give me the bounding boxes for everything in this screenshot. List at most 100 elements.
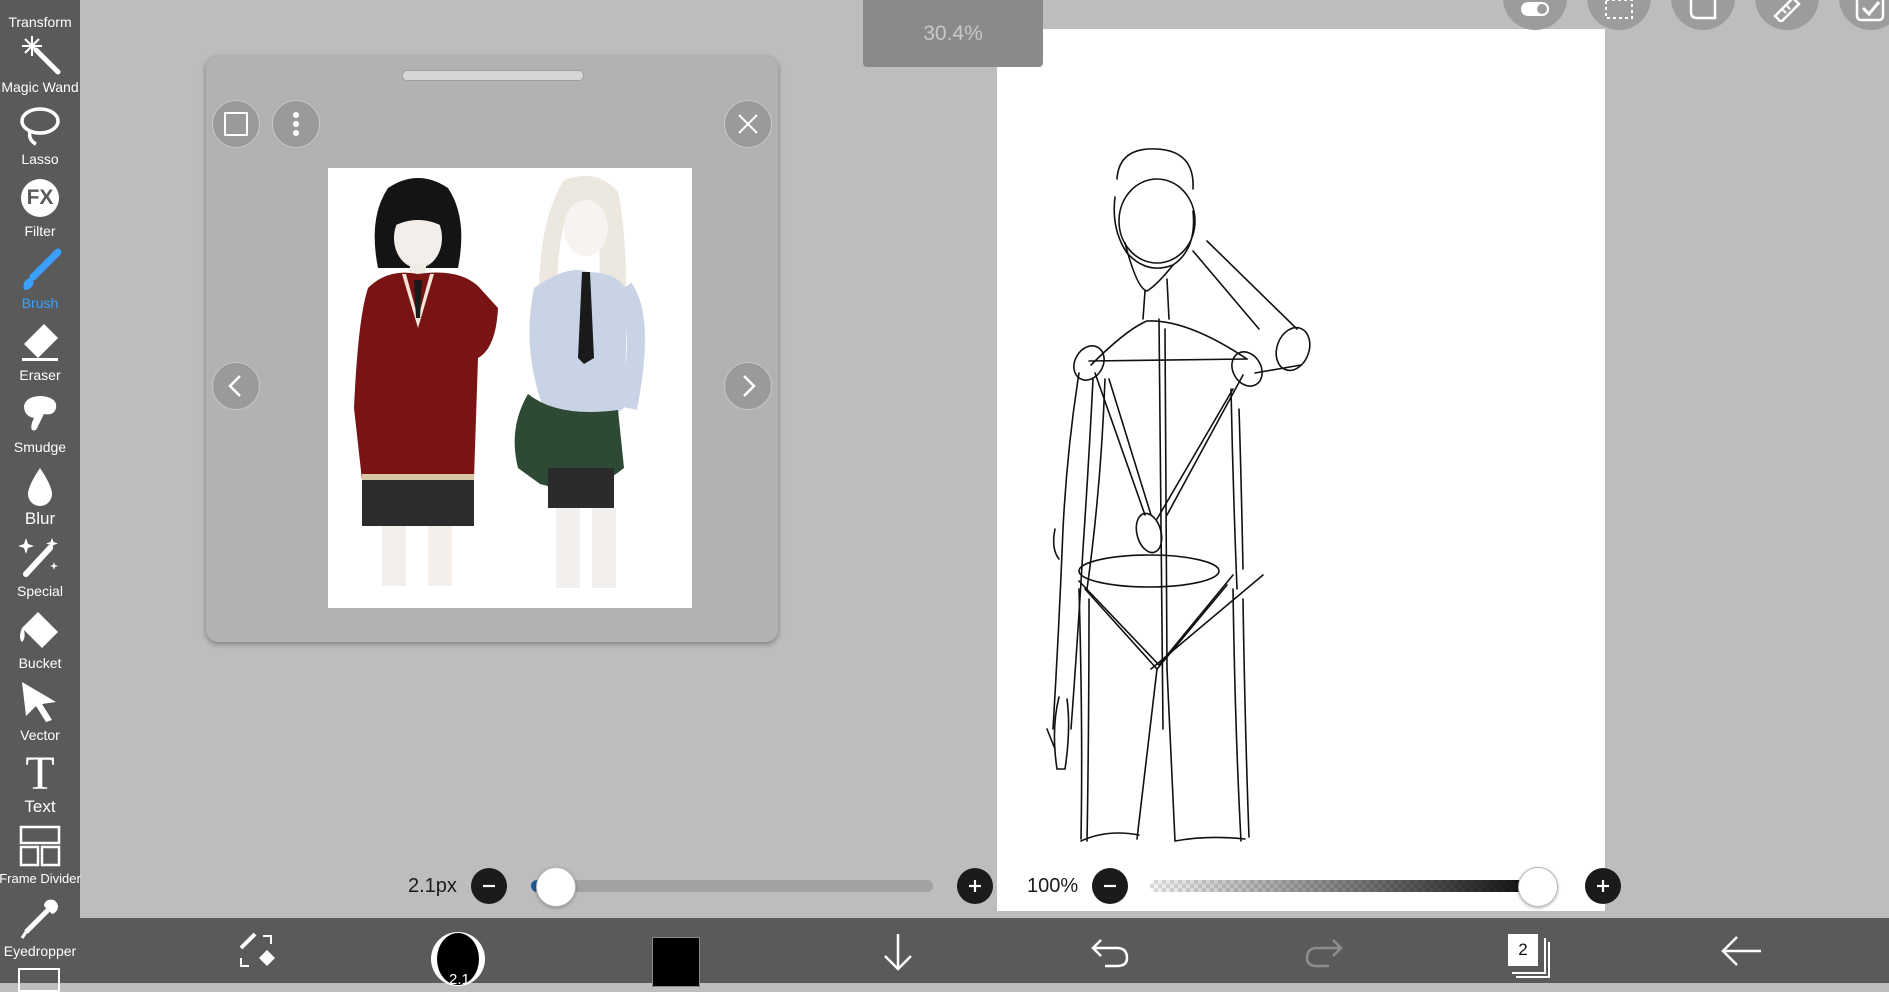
reference-panel	[206, 56, 778, 642]
check-icon	[1855, 0, 1885, 22]
vector-cursor-icon	[17, 679, 63, 725]
text-glyph: T	[25, 747, 55, 800]
tool-label: Lasso	[21, 151, 59, 167]
plus-icon	[1597, 880, 1609, 892]
panel-drag-handle[interactable]	[402, 70, 584, 81]
tool-lasso[interactable]: Lasso	[0, 95, 80, 167]
brush-size-decrease-button[interactable]	[471, 868, 507, 904]
brush-preview-button[interactable]: 2.1	[428, 918, 488, 988]
opacity-slider[interactable]	[1150, 880, 1556, 892]
bucket-icon	[17, 607, 63, 653]
tool-label: Brush	[21, 295, 59, 311]
tool-blur[interactable]: Blur	[0, 455, 80, 527]
reference-image	[328, 168, 692, 608]
confirm-button[interactable]	[1839, 0, 1889, 30]
eyedropper-icon	[17, 895, 63, 941]
back-arrow-icon	[1721, 935, 1761, 966]
redo-icon	[1305, 938, 1343, 967]
reference-illustration	[354, 176, 646, 588]
minus-icon	[483, 884, 495, 888]
tool-label: Text	[24, 797, 56, 816]
undo-icon	[1091, 938, 1129, 967]
tool-special[interactable]: Special	[0, 527, 80, 599]
ref-frame-button[interactable]	[212, 100, 260, 148]
opacity-knob[interactable]	[1518, 867, 1558, 907]
undo-button[interactable]	[1080, 918, 1140, 983]
brush-size-knob[interactable]	[536, 867, 577, 907]
tool-sidebar: Transform Magic Wand Lasso FX Filter Bru…	[0, 0, 81, 992]
text-icon: T	[17, 747, 63, 800]
brush-icon	[17, 247, 63, 293]
tool-smudge[interactable]: Smudge	[0, 383, 80, 455]
tool-label: Magic Wand	[1, 79, 79, 95]
chevron-right-icon	[743, 375, 756, 397]
drawing-canvas[interactable]	[997, 29, 1605, 911]
transform-icon	[17, 0, 63, 12]
chevron-left-icon	[228, 375, 241, 397]
ruler-button[interactable]	[1755, 0, 1819, 30]
brush-preview-icon: 2.1	[431, 931, 485, 988]
layers-icon: 2	[1508, 933, 1552, 980]
tool-eyedropper[interactable]: Eyedropper	[0, 887, 80, 959]
ref-prev-button[interactable]	[212, 362, 260, 410]
smudge-icon	[17, 391, 63, 437]
toggle-icon	[1521, 2, 1549, 16]
zoom-indicator: 30.4%	[863, 0, 1043, 67]
tool-label: Filter	[24, 223, 56, 239]
back-button[interactable]	[1712, 918, 1772, 983]
color-swatch-button[interactable]	[652, 918, 700, 987]
layer-shape-icon	[1689, 0, 1717, 20]
filter-fx-icon: FX	[17, 175, 63, 221]
more-vertical-icon	[293, 112, 299, 136]
selection-button[interactable]	[1587, 0, 1651, 30]
tool-vector[interactable]: Vector	[0, 671, 80, 743]
fx-glyph: FX	[26, 186, 54, 209]
tool-label: Smudge	[13, 439, 67, 455]
download-arrow-icon	[884, 933, 912, 971]
opacity-increase-button[interactable]	[1585, 868, 1621, 904]
tool-label: Blur	[24, 509, 56, 528]
brush-eraser-swap-icon	[239, 932, 275, 967]
opacity-label: 100%	[1027, 875, 1079, 897]
layer-shape-button[interactable]	[1671, 0, 1735, 30]
color-swatch	[652, 936, 700, 987]
tool-text[interactable]: T Text	[0, 743, 80, 816]
tool-eraser[interactable]: Eraser	[0, 311, 80, 383]
ref-next-button[interactable]	[724, 362, 772, 410]
brush-preview-text: 2.1	[449, 970, 470, 988]
ref-close-button[interactable]	[724, 100, 772, 148]
tool-label: Vector	[20, 727, 60, 743]
toggle-button[interactable]	[1503, 0, 1567, 30]
download-button[interactable]	[868, 918, 928, 983]
magic-wand-icon	[17, 31, 63, 77]
plus-icon	[969, 880, 981, 892]
tool-filter[interactable]: FX Filter	[0, 167, 80, 239]
tool-brush[interactable]: Brush	[0, 239, 80, 311]
brush-size-increase-button[interactable]	[957, 868, 993, 904]
frame-divider-icon	[17, 823, 63, 869]
tool-frame-divider[interactable]: Frame Divider	[0, 815, 81, 887]
ref-menu-button[interactable]	[272, 100, 320, 148]
blur-drop-icon	[17, 463, 63, 509]
layer-count: 2	[1508, 933, 1538, 966]
layers-button[interactable]: 2	[1500, 918, 1560, 983]
lasso-icon	[17, 103, 63, 149]
tool-label: Eraser	[19, 367, 61, 383]
tool-bucket[interactable]: Bucket	[0, 599, 80, 671]
sketch-drawing	[1046, 148, 1311, 842]
bottom-toolbar: 2.1 2	[80, 918, 1889, 988]
tool-label: Frame Divider	[0, 871, 81, 886]
redo-button[interactable]	[1294, 918, 1354, 983]
opacity-decrease-button[interactable]	[1092, 868, 1128, 904]
eraser-icon	[17, 319, 63, 365]
selection-icon	[1605, 0, 1633, 19]
next-tool-partial-icon	[18, 968, 60, 992]
brush-size-label: 2.1px	[408, 875, 457, 897]
tool-label: Bucket	[18, 655, 62, 671]
brush-size-slider[interactable]	[531, 880, 933, 892]
close-icon	[738, 114, 758, 134]
tool-label: Eyedropper	[3, 943, 77, 959]
tool-magic-wand[interactable]: Magic Wand	[0, 23, 80, 95]
special-icon	[17, 535, 63, 581]
brush-eraser-swap-button[interactable]	[226, 918, 286, 983]
